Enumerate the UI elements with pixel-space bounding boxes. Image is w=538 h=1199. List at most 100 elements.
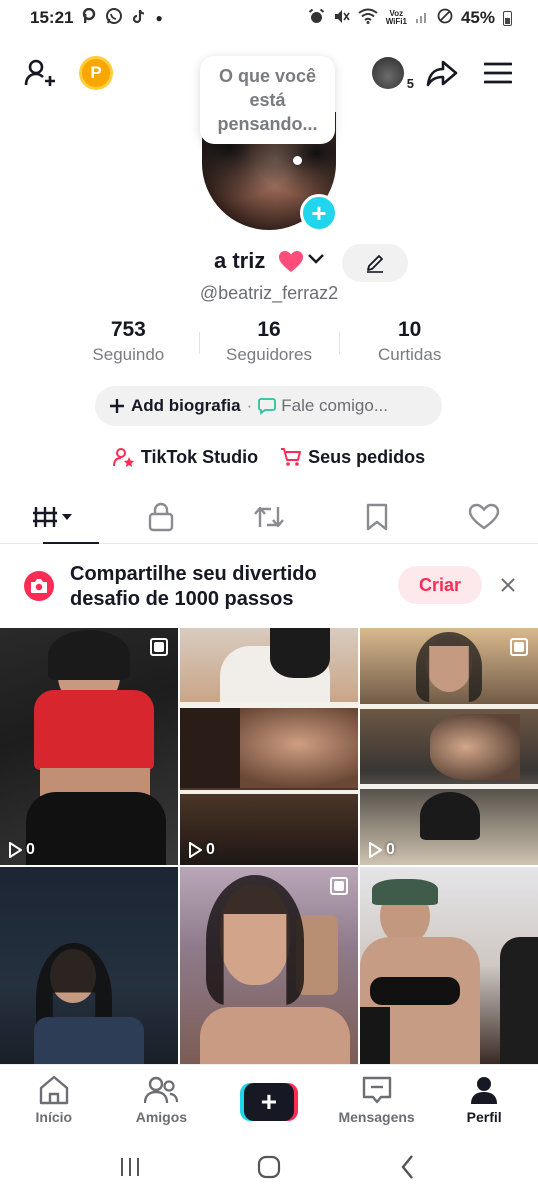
close-icon [501,578,515,592]
nav-home[interactable]: Início [0,1065,108,1134]
close-banner-button[interactable] [496,570,520,600]
bottom-navigation: Início Amigos + Mensagens Perfil [0,1064,538,1134]
repost-icon [254,506,284,527]
video-thumbnail[interactable]: 0 [0,628,178,865]
back-chevron-icon [401,1154,414,1179]
share-profile-button[interactable] [422,53,462,93]
recent-apps-icon [120,1157,139,1176]
plus-icon [110,399,124,413]
pencil-icon [367,255,383,273]
creator-star-icon [112,448,134,467]
multi-image-icon [510,638,528,656]
multi-image-icon [330,877,348,895]
lock-icon [149,502,174,531]
wifi-icon [358,8,378,28]
voz-wifi-label: Voz WiFi1 [385,9,407,26]
nav-messages-label: Mensagens [338,1109,415,1125]
tab-reposts[interactable] [215,490,323,543]
status-time: 15:21 [30,8,74,27]
friends-icon [144,1076,179,1104]
nav-profile[interactable]: Perfil [430,1065,538,1134]
thought-bubble-tail [293,156,302,165]
plus-icon: + [243,1083,294,1121]
home-circle-icon [257,1155,281,1178]
status-thought-bubble[interactable]: O que você está pensando... [200,56,335,144]
orders-link[interactable]: Seus pedidos [280,447,425,468]
stat-following[interactable]: 753 Seguindo [58,318,199,368]
stat-followers[interactable]: 16 Seguidores [198,318,340,368]
play-icon [9,842,22,858]
add-bio-button[interactable]: Add biografia [109,396,241,416]
video-thumbnail[interactable] [360,867,538,1064]
chat-bubble-icon [258,398,277,415]
inbox-icon [362,1076,391,1104]
display-name: a triz [214,248,266,273]
hamburger-menu-icon [484,62,512,84]
nav-friends[interactable]: Amigos [108,1065,216,1134]
video-thumbnail[interactable]: 0 [360,628,538,865]
video-thumbnail[interactable]: 0 [180,628,358,865]
tab-private[interactable] [108,490,216,543]
stat-likes[interactable]: 10 Curtidas [339,318,480,368]
video-thumbnail[interactable] [180,867,358,1064]
nav-create[interactable]: + [215,1065,323,1134]
nav-home-label: Início [35,1109,73,1125]
more-notifications-dot-icon: ● [155,11,163,25]
play-icon [189,842,202,858]
create-challenge-button[interactable]: Criar [398,566,482,604]
pix-notification-icon [81,7,97,28]
add-user-icon [24,59,55,86]
stat-label: Seguidores [226,345,313,364]
battery-percent: 45% [460,8,495,27]
grid-videos-icon [32,506,72,527]
plus-icon: + [311,198,327,228]
view-count: 0 [368,841,395,859]
system-navigation-bar [0,1134,538,1199]
recent-apps-button[interactable] [110,1147,150,1187]
coin-icon: P [79,56,113,90]
stat-label: Seguindo [92,345,165,364]
nav-profile-label: Perfil [466,1109,502,1125]
stat-label: Curtidas [378,345,442,364]
bio-bar: Add biografia · Fale comigo... [95,386,442,426]
challenge-banner: Compartilhe seu divertido desafio de 100… [0,556,538,616]
tiktok-studio-link[interactable]: TikTok Studio [112,446,259,468]
stat-value: 16 [257,318,281,341]
tab-saved[interactable] [323,490,431,543]
profile-icon [471,1077,498,1104]
add-story-button[interactable]: + [300,194,338,232]
mute-icon [333,8,350,29]
do-not-disturb-icon [437,8,453,28]
profile-stats: 753 Seguindo 16 Seguidores 10 Curtidas [58,318,480,368]
profile-links: TikTok Studio Seus pedidos [0,442,538,472]
orders-label: Seus pedidos [308,446,426,467]
coins-button[interactable]: P [76,53,116,93]
video-grid: 0 0 0 [0,628,538,1064]
edit-profile-button[interactable] [342,244,408,282]
view-count: 0 [188,841,215,859]
account-switch-chevron-icon[interactable] [306,250,326,271]
banner-text: Compartilhe seu divertido desafio de 100… [70,563,317,610]
tiktok-studio-label: TikTok Studio [140,446,259,467]
nav-messages[interactable]: Mensagens [323,1065,431,1134]
visitor-count-badge: 5 [406,76,414,91]
username: @beatriz_ferraz2 [199,283,339,303]
heart-emoji-icon [278,250,304,280]
video-thumbnail[interactable] [0,867,178,1064]
menu-button[interactable] [478,53,518,93]
alarm-icon [308,8,325,29]
status-bar: 15:21 ● Voz WiFi1 45% [0,0,538,36]
tab-liked[interactable] [430,490,538,543]
back-button[interactable] [388,1147,428,1187]
stat-value: 753 [110,318,146,341]
create-video-button[interactable]: + [239,1083,298,1121]
tiktok-icon [131,8,147,28]
home-system-button[interactable] [249,1147,289,1187]
tab-videos[interactable] [0,490,108,544]
signal-icon [415,9,429,27]
nav-friends-label: Amigos [135,1109,188,1125]
chat-prompt-button[interactable]: Fale comigo... [258,396,388,416]
add-friend-button[interactable] [20,53,60,93]
play-icon [369,842,382,858]
recent-visitors-button[interactable]: 5 [368,53,414,93]
